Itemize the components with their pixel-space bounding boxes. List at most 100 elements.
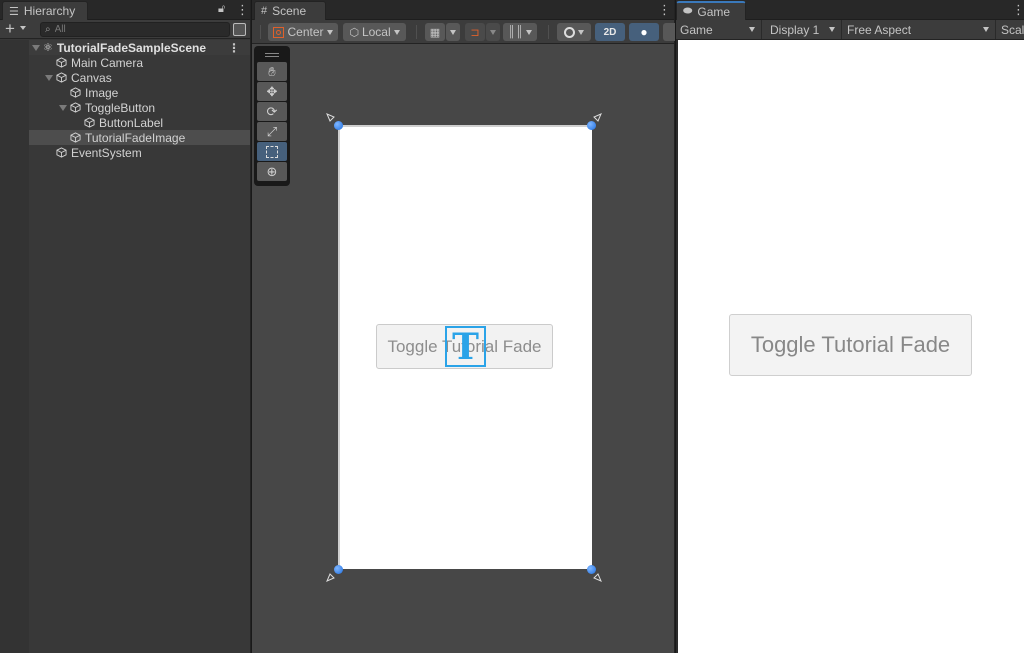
draw-mode-dropdown[interactable] [557, 23, 591, 41]
expand-arrow-icon[interactable] [45, 74, 53, 81]
search-input[interactable] [54, 24, 215, 35]
add-object-button[interactable]: + [5, 20, 15, 37]
unity-scene-icon: ⚛ [43, 42, 53, 54]
snap-dropdown[interactable] [486, 23, 500, 41]
expand-arrow-icon[interactable] [59, 104, 67, 111]
rect-tool-button[interactable] [257, 142, 287, 161]
hierarchy-gutter [0, 40, 29, 653]
scale-tool-button[interactable]: ⤢ [257, 122, 287, 141]
snap-button[interactable]: ⊐ [465, 23, 485, 41]
rotate-tool-button[interactable]: ⟳ [257, 102, 287, 121]
display-dropdown[interactable]: Display 1 [766, 20, 842, 39]
panel-menu-icon[interactable]: ⋮ [658, 2, 671, 18]
tree-item-label: Main Camera [71, 55, 144, 70]
lock-icon[interactable]: 🔓︎ [218, 3, 225, 16]
toolbar-separator [548, 25, 549, 39]
hand-tool-button[interactable]: ✋︎ [257, 62, 287, 81]
panel-menu-icon[interactable]: ⋮ [236, 2, 249, 18]
toggle-2d-label: 2D [603, 26, 617, 38]
increment-snap-icon: ║║ [507, 26, 524, 38]
hierarchy-search[interactable]: ⌕ [40, 22, 230, 37]
chevron-down-icon [490, 29, 496, 35]
tree-item[interactable]: Main Camera [29, 55, 250, 70]
anchor-icon[interactable] [326, 572, 336, 582]
tree-item[interactable]: ToggleButton [29, 100, 250, 115]
expand-arrow-icon[interactable] [32, 44, 40, 51]
scale-icon: ⤢ [266, 123, 278, 139]
tree-item-scene[interactable]: ⚛ TutorialFadeSampleScene ⋮ [29, 40, 250, 55]
pivot-center-icon [273, 26, 285, 38]
game-view-dropdown[interactable]: Game [676, 20, 762, 39]
grid-visibility-button[interactable]: ▦ [425, 23, 445, 41]
chevron-down-icon [450, 29, 456, 35]
tab-hierarchy[interactable]: ☰ Hierarchy [2, 1, 88, 20]
scale-slider[interactable]: Scal [997, 20, 1024, 39]
tool-palette: ✋︎ ✥ ⟳ ⤢ ⊕ [254, 46, 290, 186]
tree-item-selected[interactable]: TutorialFadeImage [29, 130, 250, 145]
hierarchy-toolbar: + ⌕ [0, 20, 250, 39]
tree-item[interactable]: EventSystem [29, 145, 250, 160]
tab-scene-label: Scene [272, 4, 307, 18]
chevron-down-icon [749, 27, 755, 32]
tree-item[interactable]: Canvas [29, 70, 250, 85]
rotate-icon: ⟳ [266, 103, 278, 119]
unity-editor: ☰ Hierarchy 🔓︎ ⋮ + ⌕ ⚛ TutorialFadeSampl… [0, 0, 1024, 653]
gameobject-cube-icon [70, 87, 81, 98]
panel-menu-icon[interactable]: ⋮ [1012, 2, 1024, 18]
pivot-mode-dropdown[interactable]: Center [268, 23, 338, 41]
display-label: Display 1 [770, 22, 820, 37]
rect-transform-icon [266, 145, 278, 158]
pivot-mode-label: Center [287, 25, 324, 39]
tree-item[interactable]: ButtonLabel [29, 115, 250, 130]
gameobject-cube-icon [70, 102, 81, 113]
pivot-rotation-dropdown[interactable]: ⬡ Local [343, 23, 406, 41]
palette-drag-handle[interactable] [257, 48, 287, 62]
chevron-down-icon[interactable] [20, 26, 26, 30]
tree-item[interactable]: Image [29, 85, 250, 100]
anchor-icon[interactable] [326, 113, 336, 123]
text-gizmo-glyph: T [452, 325, 479, 368]
grid-dropdown[interactable] [446, 23, 460, 41]
hierarchy-tree: ⚛ TutorialFadeSampleScene ⋮ Main Camera … [29, 40, 250, 653]
toggle-2d-button[interactable]: 2D [595, 23, 625, 41]
shading-mode-icon [564, 26, 575, 38]
game-button-label: Toggle Tutorial Fade [750, 332, 951, 357]
anchor-icon[interactable] [592, 572, 602, 582]
chevron-down-icon [983, 27, 989, 32]
scene-menu-icon[interactable]: ⋮ [228, 41, 240, 55]
increment-snap-dropdown[interactable]: ║║ [503, 23, 537, 41]
chevron-down-icon [326, 29, 333, 35]
scene-lighting-button[interactable]: ● [629, 23, 659, 41]
search-options-icon[interactable] [233, 23, 246, 36]
game-toolbar: Game Display 1 Free Aspect Scal [676, 20, 1024, 40]
tab-game[interactable]: ⬬ Game [676, 1, 746, 20]
audio-button[interactable] [663, 23, 675, 41]
tree-item-label: Canvas [71, 70, 112, 85]
gameobject-cube-icon [84, 117, 95, 128]
game-panel: ⬬ Game ⋮ Game Display 1 Free Aspect Scal [676, 0, 1024, 653]
text-gizmo-icon[interactable]: T [445, 326, 486, 367]
aspect-dropdown[interactable]: Free Aspect [843, 20, 996, 39]
list-icon: ☰ [9, 5, 19, 18]
scene-toolbar: Center ⬡ Local ▦ ⊐ ║║ 2D ● [252, 20, 675, 44]
anchor-icon[interactable] [592, 113, 602, 123]
game-toggle-button[interactable]: Toggle Tutorial Fade [729, 314, 972, 376]
chevron-down-icon [829, 27, 835, 32]
search-icon: ⌕ [45, 24, 51, 35]
gameobject-cube-icon [56, 147, 67, 158]
hand-icon: ✋︎ [268, 63, 276, 79]
chevron-down-icon [393, 29, 400, 35]
lightbulb-icon: ● [640, 25, 648, 39]
transform-tool-button[interactable]: ⊕ [257, 162, 287, 181]
tree-item-label: Image [85, 85, 119, 100]
move-tool-button[interactable]: ✥ [257, 82, 287, 101]
magnet-snap-icon: ⊐ [470, 26, 480, 39]
tab-scene[interactable]: # Scene [254, 1, 326, 20]
scene-panel: # Scene ⋮ Center ⬡ Local ▦ ⊐ ║║ 2D ● ✋︎ … [252, 0, 675, 653]
toolbar-separator [416, 25, 417, 39]
grid-hash-icon: # [261, 5, 268, 17]
game-view-label: Game [680, 22, 713, 37]
hierarchy-tabbar: ☰ Hierarchy 🔓︎ ⋮ [0, 0, 250, 20]
game-tabbar: ⬬ Game ⋮ [676, 0, 1024, 20]
tree-item-label: EventSystem [71, 145, 142, 160]
